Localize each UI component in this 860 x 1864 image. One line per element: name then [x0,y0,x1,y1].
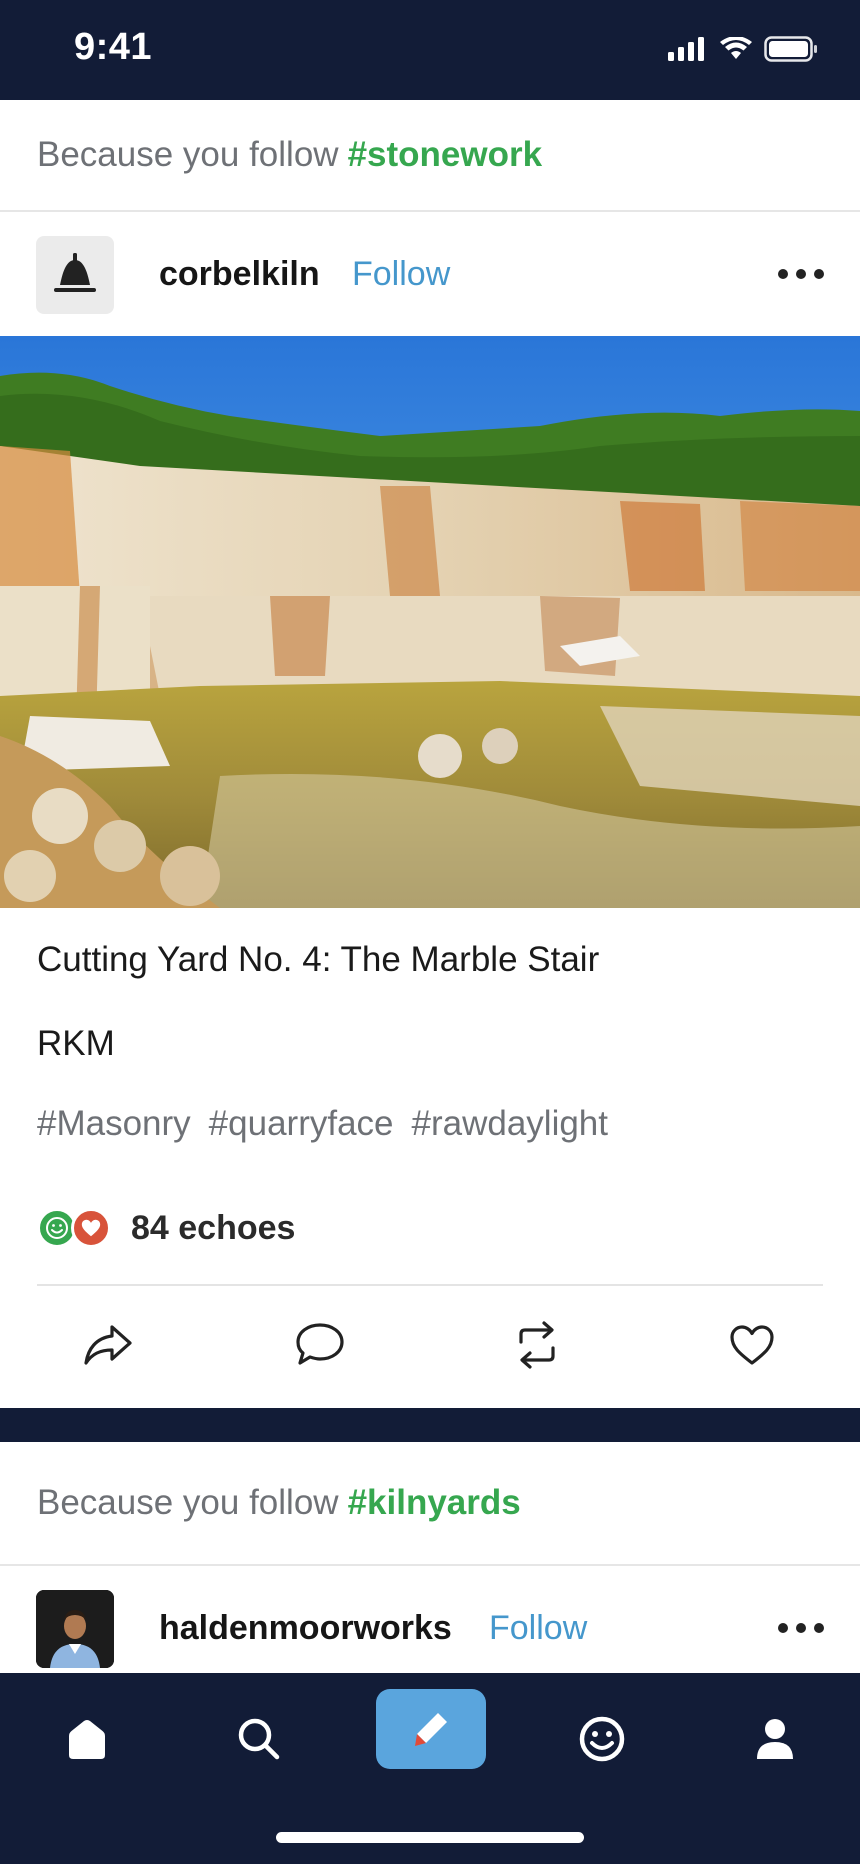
activity-icon[interactable] [567,1709,637,1769]
follow-button[interactable]: Follow [489,1609,587,1648]
home-indicator [276,1832,584,1843]
more-options-icon[interactable] [778,1622,824,1634]
tag-link[interactable]: #Masonry [37,1104,191,1144]
person-photo-icon [36,1590,114,1668]
avatar[interactable] [36,236,114,314]
share-icon[interactable] [78,1310,138,1380]
followed-tag-link[interactable]: #kilnyards [348,1483,521,1523]
post-title: Cutting Yard No. 4: The Marble Stair [37,940,600,979]
bell-logo-icon [54,253,96,292]
profile-icon[interactable] [740,1709,810,1769]
heart-reaction-icon [71,1208,111,1248]
post-author: RKM [37,1024,115,1063]
status-time: 9:41 [74,26,153,68]
search-icon[interactable] [224,1709,294,1769]
reason-text: Because you follow [37,1483,339,1522]
echoes-summary[interactable]: 84 echoes [37,1206,295,1250]
wifi-icon [720,37,752,59]
tab-bar [0,1673,860,1864]
avatar[interactable] [36,1590,114,1668]
status-icons [668,36,818,62]
recommendation-reason: Because you follow #kilnyards [0,1442,860,1566]
more-options-icon[interactable] [778,268,824,280]
status-bar: 9:41 [0,0,860,100]
username[interactable]: haldenmoorworks [159,1609,452,1648]
reason-text: Because you follow [37,135,339,174]
home-icon[interactable] [52,1709,122,1769]
echo-icons [37,1208,113,1248]
post-separator [0,1408,860,1442]
tag-link[interactable]: #quarryface [209,1104,394,1144]
comment-icon[interactable] [290,1310,350,1380]
followed-tag-link[interactable]: #stonework [348,135,543,175]
post-image[interactable] [0,336,860,908]
post-actions [0,1310,860,1380]
post-header: haldenmoorworks Follow [0,1566,860,1690]
post-header: corbelkiln Follow [0,212,860,336]
pencil-icon [415,1713,447,1746]
divider [37,1284,823,1286]
compose-button[interactable] [376,1689,486,1769]
username[interactable]: corbelkiln [159,255,320,294]
reblog-icon[interactable] [507,1310,567,1380]
battery-icon [764,36,817,62]
tag-link[interactable]: #rawdaylight [412,1104,609,1144]
like-icon[interactable] [722,1310,782,1380]
echoes-count: 84 echoes [131,1208,296,1247]
follow-button[interactable]: Follow [352,255,450,294]
recommendation-reason: Because you follow #stonework [0,100,860,212]
post-tags: #Masonry #quarryface #rawdaylight [37,1104,608,1144]
signal-icon [668,37,704,61]
